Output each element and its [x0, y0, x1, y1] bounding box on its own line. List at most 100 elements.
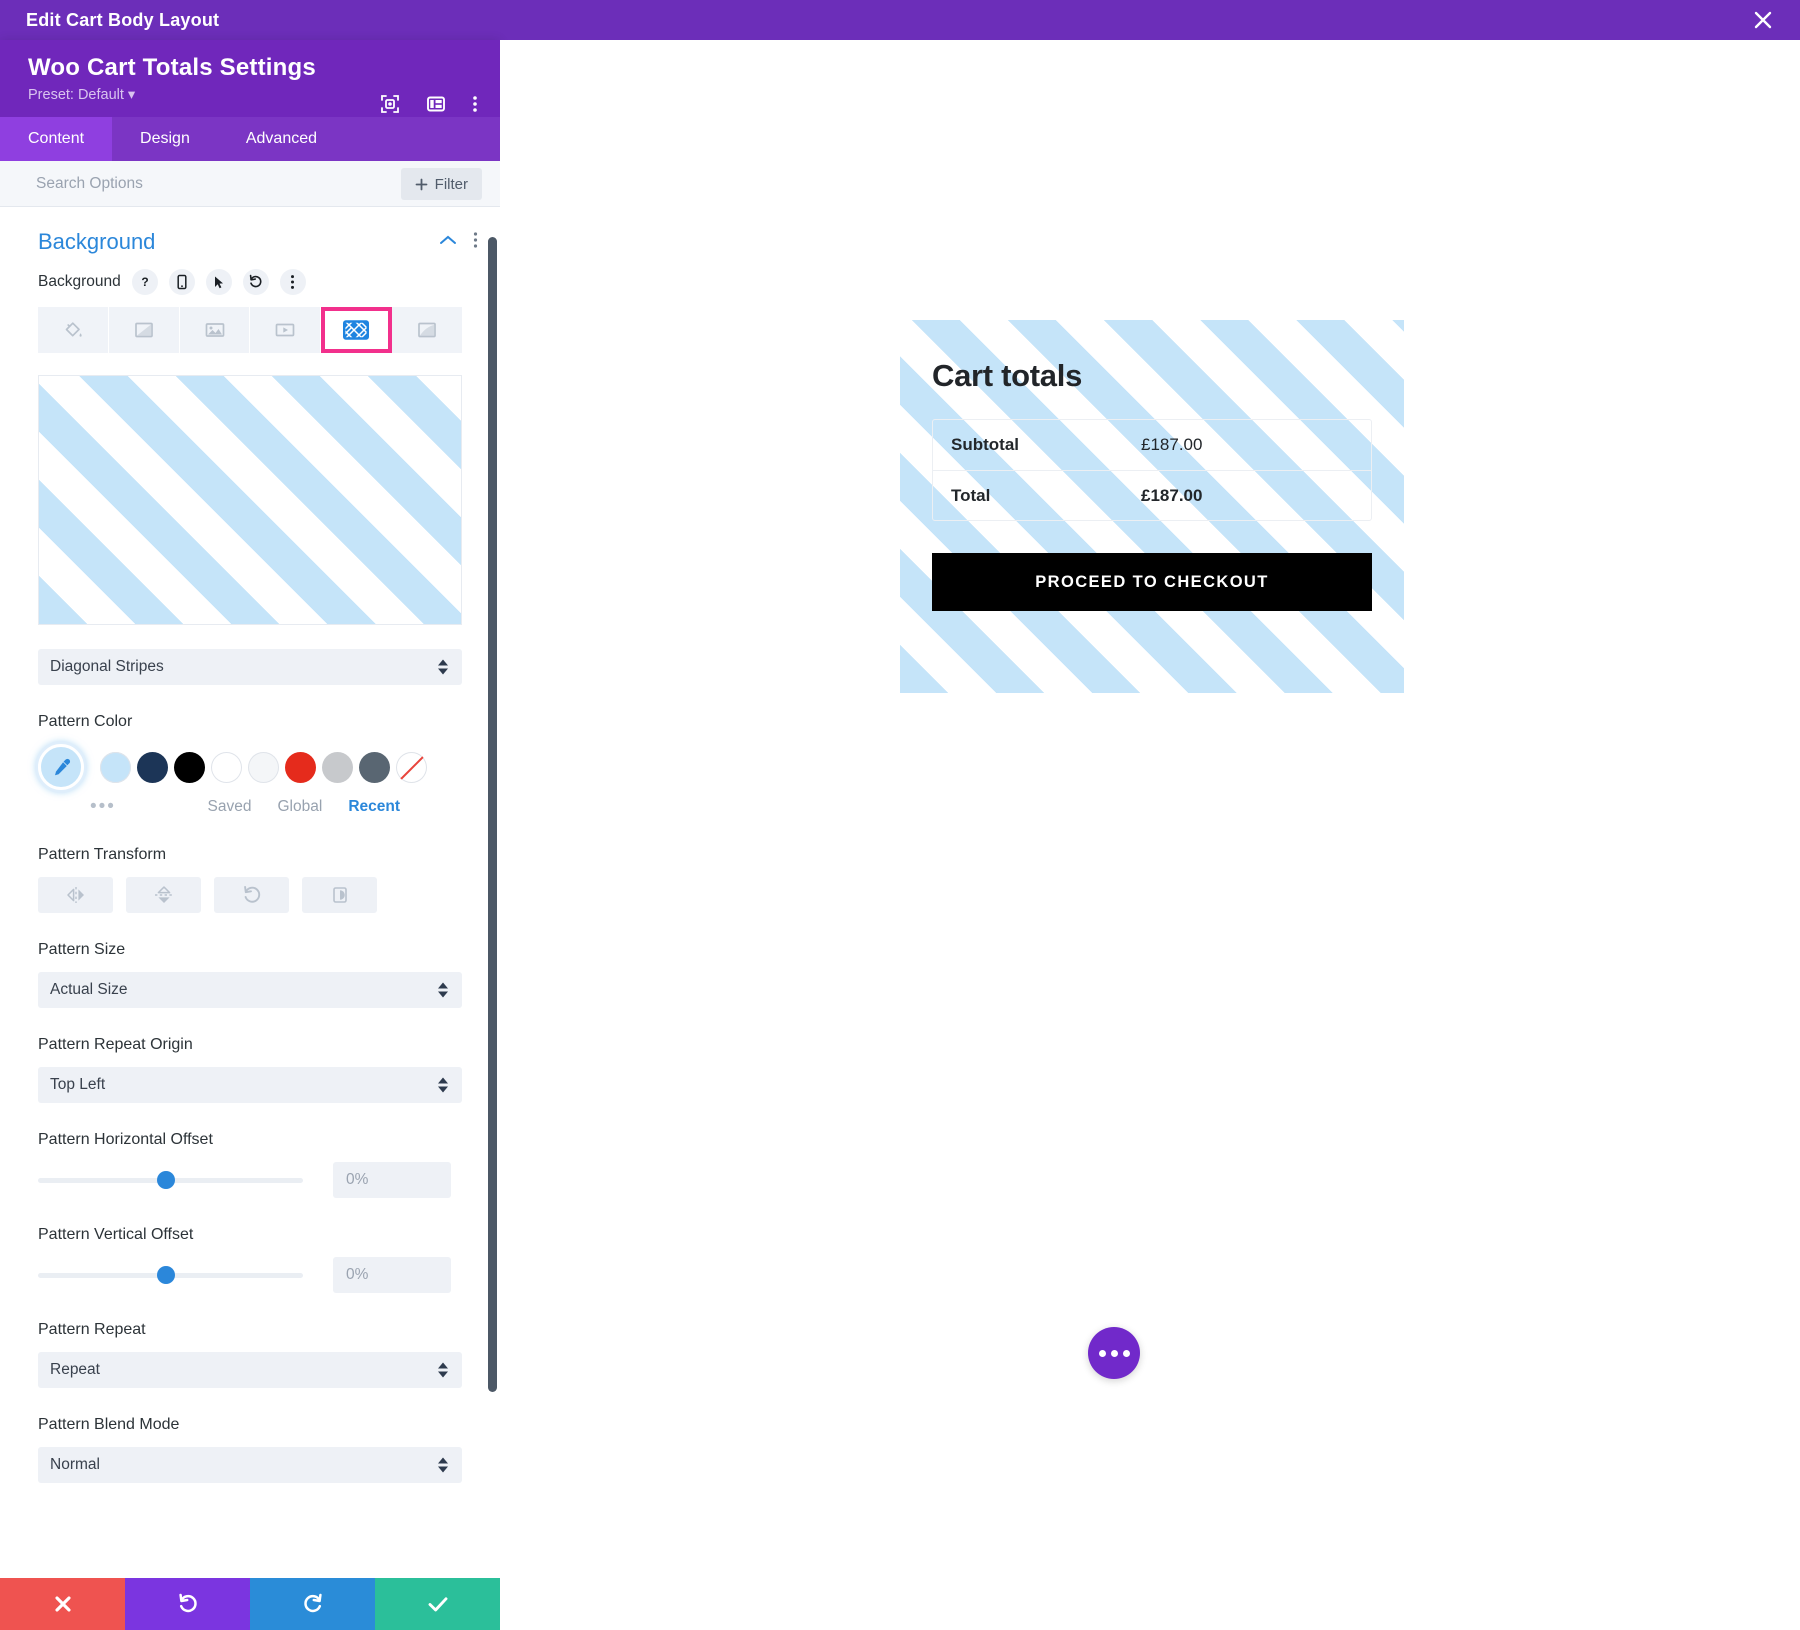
background-section-header: Background [0, 207, 500, 269]
pattern-size-label: Pattern Size [38, 941, 126, 958]
panel-action-bar [0, 1578, 500, 1630]
table-row: Total £187.00 [933, 470, 1371, 520]
panel-header-icons [380, 94, 478, 114]
swatch-white[interactable] [211, 751, 242, 783]
slider-thumb[interactable] [157, 1171, 175, 1189]
pattern-vertical-offset-label: Pattern Vertical Offset [38, 1226, 194, 1243]
background-type-tabs [38, 307, 462, 353]
pattern-repeat-label: Pattern Repeat [38, 1321, 146, 1338]
image-background-tab[interactable] [179, 307, 251, 353]
pattern-repeat-origin-value: Top Left [50, 1076, 106, 1093]
flip-horizontal-icon [66, 887, 84, 903]
pattern-color-label: Pattern Color [38, 713, 133, 730]
palette-tab-global[interactable]: Global [278, 798, 323, 816]
slider-thumb[interactable] [157, 1266, 175, 1284]
redo-button[interactable] [250, 1578, 375, 1630]
section-title: Background [38, 229, 156, 254]
plus-icon [415, 178, 428, 190]
swatch-light-blue[interactable] [100, 751, 131, 783]
palette-tab-recent[interactable]: Recent [348, 798, 400, 816]
layout-columns-icon[interactable] [426, 94, 446, 114]
swatch-light-gray[interactable] [322, 751, 353, 783]
pattern-blend-mode-label: Pattern Blend Mode [38, 1416, 180, 1433]
pattern-size-select[interactable]: Actual Size [38, 972, 462, 1008]
pattern-style-select[interactable]: Diagonal Stripes [38, 649, 462, 685]
focus-target-icon[interactable] [380, 94, 400, 114]
hover-cursor-icon[interactable] [205, 269, 232, 295]
rotate-button[interactable] [214, 877, 289, 913]
pattern-horizontal-offset-value: 0% [346, 1171, 369, 1188]
flip-vertical-button[interactable] [126, 877, 201, 913]
chevron-updown-icon [438, 982, 448, 998]
search-input[interactable] [36, 174, 366, 193]
video-background-tab[interactable] [250, 307, 322, 353]
svg-text:?: ? [141, 275, 148, 289]
more-options-icon[interactable] [1088, 1327, 1140, 1379]
pattern-horizontal-offset-row: 0% [38, 1162, 462, 1198]
swatch-none[interactable] [396, 751, 427, 783]
chevron-up-icon[interactable] [439, 233, 457, 251]
image-icon [205, 323, 224, 337]
settings-panel: Woo Cart Totals Settings Preset: Default… [0, 40, 500, 1630]
tab-content[interactable]: Content [0, 117, 113, 161]
paint-bucket-icon [65, 322, 82, 337]
cancel-button[interactable] [0, 1578, 125, 1630]
swatch-red[interactable] [285, 751, 316, 783]
swatch-offwhite[interactable] [248, 751, 279, 783]
kebab-menu-icon[interactable] [472, 94, 478, 114]
gradient-background-tab[interactable] [108, 307, 180, 353]
swatch-black[interactable] [174, 751, 205, 783]
reset-undo-icon[interactable] [242, 269, 269, 295]
invert-button[interactable] [302, 877, 377, 913]
color-background-tab[interactable] [38, 307, 109, 353]
cart-totals-table: Subtotal £187.00 Total £187.00 [932, 419, 1372, 521]
pattern-blend-mode-select[interactable]: Normal [38, 1447, 462, 1483]
help-icon[interactable]: ? [131, 269, 158, 295]
pattern-repeat-select[interactable]: Repeat [38, 1352, 462, 1388]
palette-tab-saved[interactable]: Saved [208, 798, 252, 816]
swatch-dark-gray[interactable] [359, 751, 390, 783]
chevron-updown-icon [438, 659, 448, 675]
pattern-repeat-origin-label: Pattern Repeat Origin [38, 1036, 193, 1053]
pattern-style-value: Diagonal Stripes [50, 658, 164, 675]
pattern-vertical-offset-input[interactable]: 0% [333, 1257, 451, 1293]
close-x-icon [54, 1596, 71, 1612]
cart-totals-title: Cart totals [932, 358, 1083, 393]
undo-button[interactable] [125, 1578, 250, 1630]
swatch-navy[interactable] [137, 751, 168, 783]
cart-totals-module: Cart totals Subtotal £187.00 Total £187.… [900, 320, 1404, 693]
section-kebab-menu-icon[interactable] [473, 231, 478, 254]
close-icon[interactable] [1748, 5, 1778, 35]
pattern-horizontal-offset-input[interactable]: 0% [333, 1162, 451, 1198]
pattern-transform-buttons [38, 877, 500, 913]
filter-button[interactable]: Filter [400, 168, 482, 200]
table-row: Subtotal £187.00 [933, 420, 1371, 470]
pattern-vertical-offset-value: 0% [346, 1266, 369, 1283]
chevron-updown-icon [438, 1362, 448, 1378]
proceed-to-checkout-button[interactable]: PROCEED TO CHECKOUT [932, 553, 1372, 611]
pattern-repeat-origin-select[interactable]: Top Left [38, 1067, 462, 1103]
pattern-preview [38, 375, 462, 625]
more-colors-button[interactable]: ••• [90, 796, 130, 818]
panel-scrollbar[interactable] [488, 237, 497, 1392]
responsive-phone-icon[interactable] [168, 269, 195, 295]
video-icon [276, 323, 295, 337]
mask-background-tab[interactable] [392, 307, 462, 353]
palette-tabs: Saved Global Recent [208, 798, 400, 816]
filter-label: Filter [434, 175, 468, 193]
window-title-bar: Edit Cart Body Layout [0, 0, 1800, 40]
pattern-horizontal-offset-slider[interactable] [38, 1171, 303, 1189]
background-kebab-menu-icon[interactable] [279, 269, 306, 295]
subtotal-label: Subtotal [951, 435, 1019, 454]
pattern-background-tab[interactable] [321, 307, 393, 353]
tab-advanced[interactable]: Advanced [218, 117, 345, 161]
panel-header: Woo Cart Totals Settings Preset: Default… [0, 40, 500, 117]
panel-tabs: Content Design Advanced [0, 117, 500, 161]
panel-title: Woo Cart Totals Settings [28, 54, 316, 81]
pattern-vertical-offset-slider[interactable] [38, 1266, 303, 1284]
tab-design[interactable]: Design [112, 117, 218, 161]
flip-horizontal-button[interactable] [38, 877, 113, 913]
eyedropper-icon[interactable] [38, 744, 84, 790]
undo-icon [178, 1593, 197, 1613]
save-button[interactable] [375, 1578, 500, 1630]
